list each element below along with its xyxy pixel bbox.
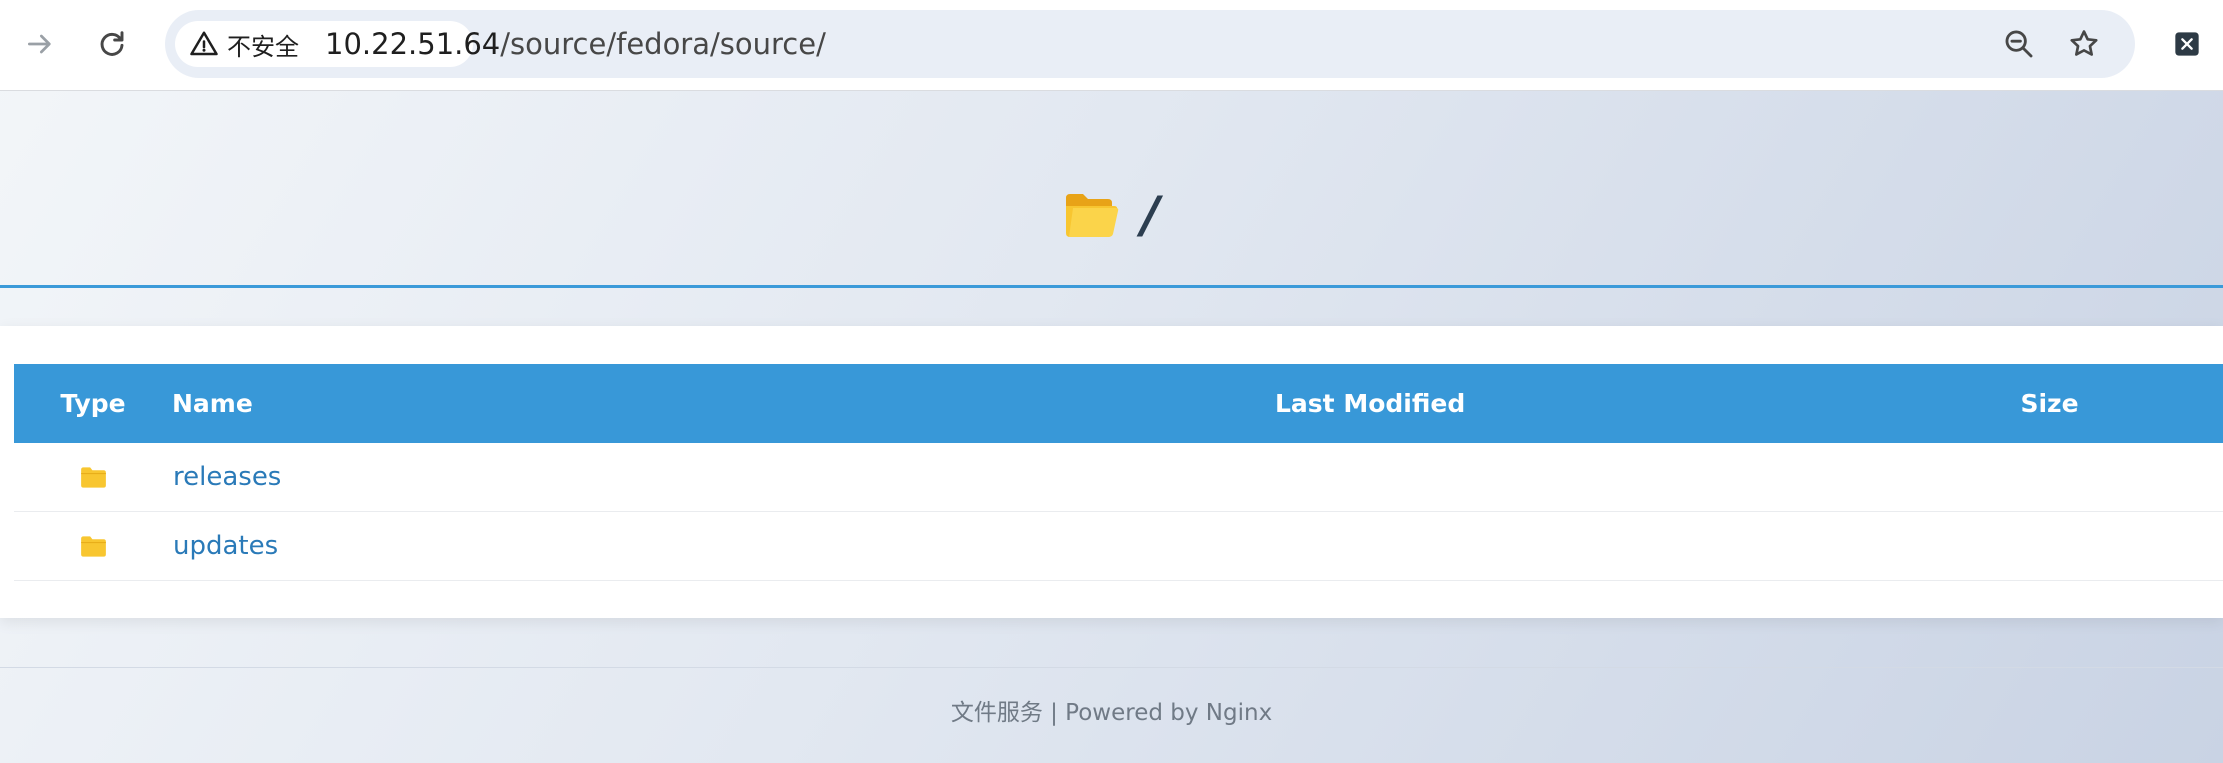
folder-icon	[80, 535, 106, 557]
column-header-size[interactable]: Size	[1876, 364, 2223, 443]
column-header-type[interactable]: Type	[14, 364, 172, 443]
table-header-row: Type Name Last Modified Size	[14, 364, 2223, 443]
star-icon	[2070, 30, 2098, 56]
close-box-icon	[2175, 32, 2199, 56]
column-header-last-modified[interactable]: Last Modified	[1274, 364, 1876, 443]
security-label: 不安全	[227, 32, 299, 61]
page-header: /	[0, 91, 2223, 288]
extension-button[interactable]	[2170, 27, 2204, 61]
last-modified-cell	[1274, 511, 1876, 581]
page-title: /	[0, 186, 2223, 244]
warning-icon	[190, 31, 218, 56]
url-host: 10.22.51.64	[325, 27, 501, 61]
table-row[interactable]: releases	[14, 443, 2223, 512]
url-path: /source/fedora/source/	[500, 27, 826, 61]
folder-link[interactable]: updates	[173, 531, 278, 561]
folder-icon	[80, 466, 106, 488]
reload-button[interactable]	[88, 20, 136, 68]
column-header-name[interactable]: Name	[172, 364, 1274, 443]
name-cell: releases	[172, 443, 1274, 512]
size-cell	[1876, 443, 2223, 512]
bookmark-button[interactable]	[2067, 27, 2101, 61]
page-footer: 文件服务 | Powered by Nginx	[950, 700, 1273, 726]
file-table: Type Name Last Modified Size releases up…	[14, 364, 2223, 581]
type-cell	[14, 511, 172, 581]
size-cell	[1876, 511, 2223, 581]
name-cell: updates	[172, 511, 1274, 581]
forward-button[interactable]	[16, 20, 64, 68]
footer-divider	[0, 667, 2223, 668]
zoom-button[interactable]	[2002, 27, 2036, 61]
url-text[interactable]: 10.22.51.64/source/fedora/source/	[325, 10, 826, 78]
type-cell	[14, 443, 172, 512]
browser-toolbar: 不安全 10.22.51.64/source/fedora/source/	[0, 0, 2223, 91]
zoom-out-icon	[2005, 30, 2033, 58]
open-folder-icon	[1066, 194, 1119, 237]
folder-link[interactable]: releases	[173, 462, 281, 492]
table-row[interactable]: updates	[14, 511, 2223, 581]
arrow-right-icon	[28, 34, 51, 54]
address-bar[interactable]: 不安全 10.22.51.64/source/fedora/source/	[165, 10, 2135, 78]
listing-card: Type Name Last Modified Size releases up…	[0, 326, 2223, 618]
reload-icon	[100, 31, 124, 56]
current-path: /	[1141, 186, 1160, 244]
last-modified-cell	[1274, 443, 1876, 512]
